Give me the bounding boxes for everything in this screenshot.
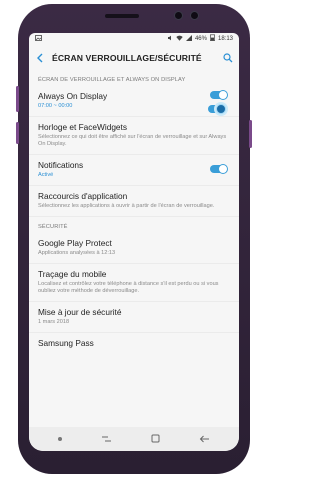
volume-button bbox=[16, 86, 19, 112]
back-arrow-icon bbox=[37, 53, 43, 63]
mute-icon bbox=[167, 35, 173, 43]
section-header-security: SÉCURITÉ bbox=[38, 223, 68, 230]
setting-subtitle: Applications analysées à 12:13 bbox=[38, 249, 116, 256]
setting-find-my-mobile[interactable]: Traçage du mobile Localisez et contrôlez… bbox=[29, 264, 239, 302]
power-button bbox=[249, 120, 252, 148]
setting-title: Google Play Protect bbox=[38, 237, 112, 248]
recents-icon bbox=[102, 436, 112, 442]
image-icon bbox=[35, 34, 42, 43]
front-camera bbox=[174, 11, 183, 20]
back-nav-button[interactable] bbox=[199, 430, 210, 448]
earpiece bbox=[105, 14, 139, 18]
home-icon bbox=[151, 434, 160, 443]
setting-subtitle: 07:00 ~ 00:00 bbox=[38, 103, 73, 109]
status-bar: 46% 18:13 bbox=[29, 33, 239, 44]
setting-title: Horloge et FaceWidgets bbox=[38, 121, 128, 132]
page-title: ÉCRAN VERROUILLAGE/SÉCURITÉ bbox=[52, 53, 202, 63]
bixby-button bbox=[16, 122, 19, 144]
setting-title: Mise à jour de sécurité bbox=[38, 306, 122, 317]
back-icon bbox=[199, 435, 209, 443]
setting-title: Samsung Pass bbox=[38, 337, 94, 348]
setting-google-play-protect[interactable]: Google Play Protect Applications analysé… bbox=[29, 233, 239, 264]
setting-subtitle: Sélectionnez les applications à ouvrir à… bbox=[38, 202, 215, 209]
setting-clock-facewidgets[interactable]: Horloge et FaceWidgets Sélectionnez ce q… bbox=[29, 117, 239, 155]
setting-title: Traçage du mobile bbox=[38, 268, 107, 279]
back-button[interactable] bbox=[34, 52, 46, 64]
setting-title: Notifications bbox=[38, 159, 84, 170]
setting-subtitle: Sélectionnez ce qui doit être affiché su… bbox=[38, 133, 227, 147]
toggle-knob bbox=[218, 89, 228, 100]
setting-notifications[interactable]: Notifications Activé bbox=[29, 155, 239, 186]
setting-subtitle: Activé bbox=[38, 171, 54, 178]
search-icon bbox=[223, 53, 233, 63]
setting-subtitle: Localisez et contrôlez votre téléphone à… bbox=[38, 280, 219, 294]
aod-toggle-touch[interactable] bbox=[208, 103, 226, 114]
battery-icon bbox=[210, 34, 215, 43]
notifications-toggle[interactable] bbox=[210, 163, 228, 174]
home-button[interactable] bbox=[151, 430, 160, 448]
wifi-icon bbox=[176, 35, 183, 43]
setting-always-on-display[interactable]: Always On Display 07:00 ~ 00:00 bbox=[29, 86, 239, 117]
battery-text: 46% bbox=[194, 35, 207, 42]
setting-app-shortcuts[interactable]: Raccourcis d'application Sélectionnez le… bbox=[29, 186, 239, 217]
toggle-knob bbox=[216, 103, 226, 114]
screen: 46% 18:13 ÉCRAN VERROUILLAGE/SÉCURITÉ ÉC… bbox=[29, 33, 239, 451]
setting-subtitle: 1 mars 2018 bbox=[38, 318, 70, 325]
recent-apps-button[interactable] bbox=[101, 430, 112, 448]
sensor bbox=[190, 11, 199, 20]
setting-title: Always On Display bbox=[38, 91, 108, 101]
navigation-bar bbox=[29, 427, 239, 451]
aod-toggle[interactable] bbox=[210, 89, 228, 100]
signal-icon bbox=[185, 34, 192, 43]
search-button[interactable] bbox=[222, 52, 234, 64]
setting-title: Raccourcis d'application bbox=[38, 190, 128, 201]
app-bar: ÉCRAN VERROUILLAGE/SÉCURITÉ bbox=[29, 44, 239, 72]
section-header-lockscreen: ÉCRAN DE VERROUILLAGE ET ALWAYS ON DISPL… bbox=[38, 77, 186, 83]
nav-dot-icon bbox=[58, 437, 63, 441]
setting-samsung-pass[interactable]: Samsung Pass bbox=[29, 333, 239, 354]
toggle-knob bbox=[218, 163, 228, 174]
clock-time: 18:13 bbox=[217, 35, 233, 42]
setting-security-update[interactable]: Mise à jour de sécurité 1 mars 2018 bbox=[29, 302, 239, 333]
